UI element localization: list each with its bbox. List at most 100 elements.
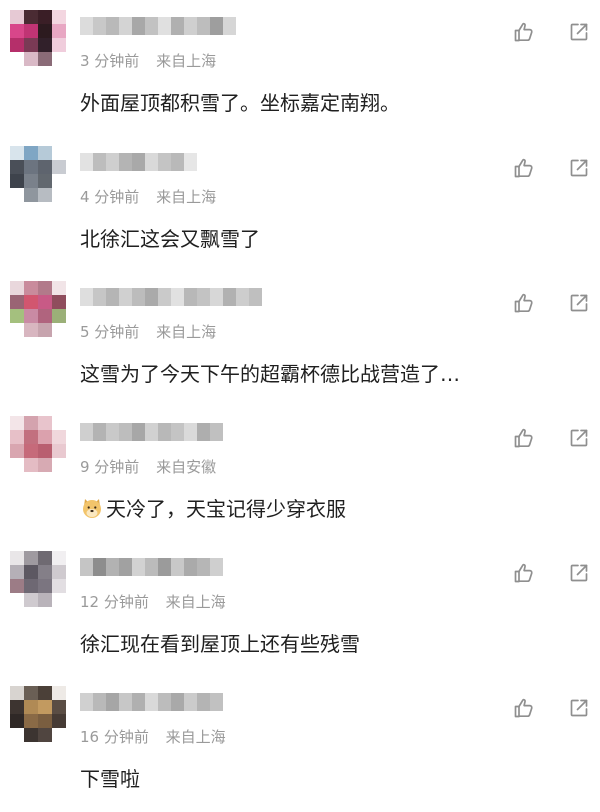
username-mosaic-pixel bbox=[171, 288, 184, 306]
avatar-mosaic-pixel bbox=[52, 458, 66, 472]
username[interactable] bbox=[80, 558, 223, 576]
avatar-mosaic-pixel bbox=[52, 593, 66, 607]
username-mosaic-pixel bbox=[158, 17, 171, 35]
username-mosaic-pixel bbox=[106, 558, 119, 576]
share-box-arrow-icon bbox=[570, 429, 588, 447]
username-mosaic-pixel bbox=[184, 423, 197, 441]
username-mosaic-pixel bbox=[184, 558, 197, 576]
avatar-mosaic-pixel bbox=[10, 579, 24, 593]
avatar-mosaic-pixel bbox=[38, 38, 52, 52]
avatar-mosaic-pixel bbox=[38, 174, 52, 188]
avatar-mosaic-pixel bbox=[52, 281, 66, 295]
comment-meta: 3 分钟前 来自上海 bbox=[80, 51, 216, 71]
avatar-mosaic-pixel bbox=[38, 295, 52, 309]
username-mosaic-pixel bbox=[184, 153, 197, 171]
avatar[interactable] bbox=[10, 281, 66, 337]
username[interactable] bbox=[80, 17, 236, 35]
username-mosaic-pixel bbox=[145, 17, 158, 35]
avatar-mosaic-pixel bbox=[24, 416, 38, 430]
avatar[interactable] bbox=[10, 10, 66, 66]
username[interactable] bbox=[80, 153, 197, 171]
share-box-arrow-icon bbox=[570, 159, 588, 177]
avatar-mosaic-pixel bbox=[24, 281, 38, 295]
username-mosaic-pixel bbox=[249, 288, 262, 306]
avatar-mosaic-pixel bbox=[24, 700, 38, 714]
username-mosaic-pixel bbox=[132, 693, 145, 711]
avatar[interactable] bbox=[10, 416, 66, 472]
username-mosaic-pixel bbox=[80, 288, 93, 306]
avatar-mosaic-pixel bbox=[52, 565, 66, 579]
share-button[interactable] bbox=[565, 559, 593, 587]
avatar-mosaic-pixel bbox=[38, 160, 52, 174]
avatar-mosaic-pixel bbox=[10, 323, 24, 337]
avatar-mosaic-pixel bbox=[24, 444, 38, 458]
comment-time: 16 分钟前 bbox=[80, 728, 149, 746]
username-mosaic-pixel bbox=[119, 423, 132, 441]
avatar-mosaic-pixel bbox=[10, 52, 24, 66]
username-mosaic-pixel bbox=[145, 423, 158, 441]
comment-meta: 4 分钟前 来自上海 bbox=[80, 187, 216, 207]
avatar-mosaic-pixel bbox=[10, 593, 24, 607]
username-mosaic-pixel bbox=[119, 17, 132, 35]
username[interactable] bbox=[80, 288, 262, 306]
share-button[interactable] bbox=[565, 289, 593, 317]
avatar-mosaic-pixel bbox=[52, 430, 66, 444]
username-mosaic-pixel bbox=[132, 288, 145, 306]
doge-emoji-icon bbox=[83, 499, 101, 518]
avatar-mosaic-pixel bbox=[38, 323, 52, 337]
avatar-mosaic-pixel bbox=[24, 174, 38, 188]
comment-text: 徐汇现在看到屋顶上还有些残雪 bbox=[80, 629, 550, 659]
like-button[interactable] bbox=[510, 694, 538, 722]
username-mosaic-pixel bbox=[93, 558, 106, 576]
like-button[interactable] bbox=[510, 154, 538, 182]
username-mosaic-pixel bbox=[119, 558, 132, 576]
username-mosaic-pixel bbox=[158, 558, 171, 576]
comment-meta: 5 分钟前 来自上海 bbox=[80, 322, 216, 342]
avatar-mosaic-pixel bbox=[10, 458, 24, 472]
share-button[interactable] bbox=[565, 18, 593, 46]
like-button[interactable] bbox=[510, 289, 538, 317]
avatar-mosaic-pixel bbox=[10, 714, 24, 728]
avatar-mosaic-pixel bbox=[10, 444, 24, 458]
share-button[interactable] bbox=[565, 694, 593, 722]
avatar-mosaic-pixel bbox=[38, 551, 52, 565]
username-mosaic-pixel bbox=[80, 423, 93, 441]
avatar-mosaic-pixel bbox=[24, 38, 38, 52]
avatar-mosaic-pixel bbox=[38, 700, 52, 714]
username-mosaic-pixel bbox=[210, 423, 223, 441]
avatar-mosaic-pixel bbox=[52, 714, 66, 728]
avatar-mosaic-pixel bbox=[24, 551, 38, 565]
comment-location: 来自上海 bbox=[165, 728, 226, 746]
avatar-mosaic-pixel bbox=[10, 686, 24, 700]
comment-time: 12 分钟前 bbox=[80, 593, 149, 611]
username-mosaic-pixel bbox=[80, 693, 93, 711]
avatar-mosaic-pixel bbox=[52, 52, 66, 66]
comment-text-body: 下雪啦 bbox=[80, 767, 140, 791]
avatar-mosaic-pixel bbox=[38, 188, 52, 202]
avatar-mosaic-pixel bbox=[24, 160, 38, 174]
like-button[interactable] bbox=[510, 424, 538, 452]
avatar[interactable] bbox=[10, 146, 66, 202]
comment-text-body: 这雪为了今天下午的超霸杯德比战营造了… bbox=[80, 362, 460, 386]
avatar-mosaic-pixel bbox=[24, 593, 38, 607]
comment-item: 5 分钟前 来自上海 这雪为了今天下午的超霸杯德比战营造了… bbox=[0, 271, 600, 407]
like-button[interactable] bbox=[510, 18, 538, 46]
avatar-mosaic-pixel bbox=[24, 430, 38, 444]
avatar-mosaic-pixel bbox=[52, 188, 66, 202]
username[interactable] bbox=[80, 423, 223, 441]
avatar-mosaic-pixel bbox=[52, 579, 66, 593]
username-mosaic-pixel bbox=[119, 288, 132, 306]
comment-item: 12 分钟前 来自上海 徐汇现在看到屋顶上还有些残雪 bbox=[0, 541, 600, 677]
username-mosaic-pixel bbox=[132, 423, 145, 441]
avatar[interactable] bbox=[10, 551, 66, 607]
avatar[interactable] bbox=[10, 686, 66, 742]
like-button[interactable] bbox=[510, 559, 538, 587]
comment-location: 来自上海 bbox=[156, 323, 217, 341]
thumbs-up-outline-icon bbox=[514, 293, 533, 313]
share-button[interactable] bbox=[565, 424, 593, 452]
username-mosaic-pixel bbox=[184, 17, 197, 35]
username[interactable] bbox=[80, 693, 223, 711]
share-button[interactable] bbox=[565, 154, 593, 182]
username-mosaic-pixel bbox=[106, 423, 119, 441]
avatar-mosaic-pixel bbox=[24, 24, 38, 38]
